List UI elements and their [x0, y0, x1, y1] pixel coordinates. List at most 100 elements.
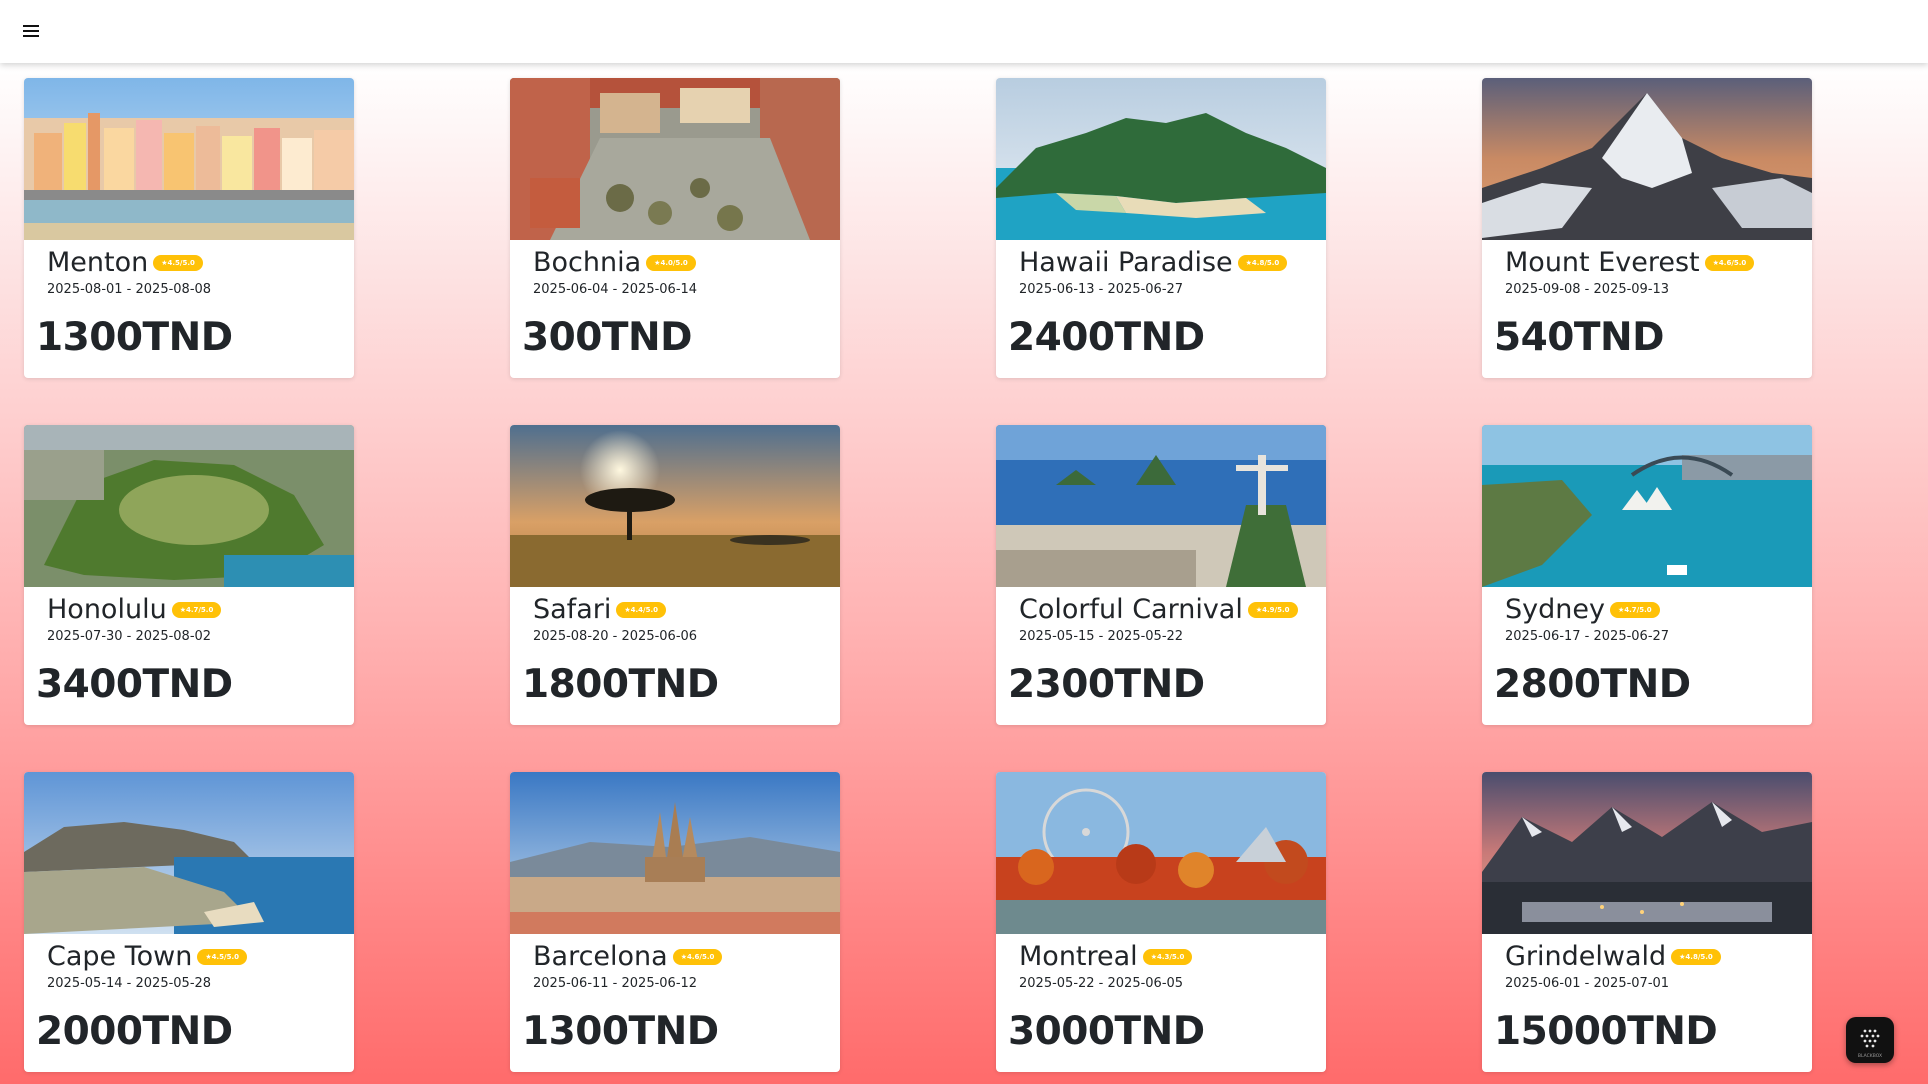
trip-dates: 2025-06-01 - 2025-07-01 [1505, 976, 1670, 991]
trip-card-body: Grindelwald ★4.8/5.0 2025-06-01 - 2025-0… [1482, 934, 1812, 1072]
blackbox-widget-button[interactable]: BLACKBOX [1846, 1017, 1894, 1063]
montreal-autumn-photo [996, 772, 1326, 934]
trip-price: 2800TND [1494, 662, 1691, 707]
trip-price: 1300TND [522, 1009, 719, 1054]
widget-label: BLACKBOX [1858, 1053, 1882, 1059]
rating-badge: ★4.6/5.0 [1704, 255, 1755, 271]
trip-card[interactable]: Grindelwald ★4.8/5.0 2025-06-01 - 2025-0… [1482, 772, 1812, 1072]
trip-image [510, 425, 840, 587]
safari-savanna-sunset-photo [510, 425, 840, 587]
trip-card[interactable]: Honolulu ★4.7/5.0 2025-07-30 - 2025-08-0… [24, 425, 354, 725]
trip-dates: 2025-06-04 - 2025-06-14 [533, 282, 698, 297]
trip-title: Bochnia [533, 247, 642, 278]
rating-badge: ★4.7/5.0 [1609, 602, 1660, 618]
rating-badge: ★4.6/5.0 [672, 949, 723, 965]
trip-card-body: Hawaii Paradise ★4.8/5.0 2025-06-13 - 20… [996, 240, 1326, 378]
trip-price: 2300TND [1008, 662, 1205, 707]
trip-title-row: Cape Town ★4.5/5.0 [47, 940, 247, 974]
trip-title: Colorful Carnival [1019, 594, 1243, 625]
trip-price: 1800TND [522, 662, 719, 707]
trip-image [996, 425, 1326, 587]
rating-badge: ★4.8/5.0 [1671, 949, 1721, 965]
rating-badge: ★4.7/5.0 [171, 602, 222, 618]
rating-badge: ★4.4/5.0 [616, 602, 666, 618]
trip-title-row: Honolulu ★4.7/5.0 [47, 593, 222, 627]
trip-title-row: Safari ★4.4/5.0 [533, 593, 666, 627]
trip-price: 2000TND [36, 1009, 233, 1054]
bochnia-town-square-photo [510, 78, 840, 240]
mount-everest-peak-photo [1482, 78, 1812, 240]
hamburger-menu-icon [23, 25, 39, 37]
trip-card[interactable]: Sydney ★4.7/5.0 2025-06-17 - 2025-06-27 … [1482, 425, 1812, 725]
trip-price: 300TND [522, 315, 693, 360]
trip-title-row: Bochnia ★4.0/5.0 [533, 246, 696, 280]
trip-card-grid: Menton ★4.5/5.0 2025-08-01 - 2025-08-08 … [24, 78, 1812, 1072]
trip-card[interactable]: Bochnia ★4.0/5.0 2025-06-04 - 2025-06-14… [510, 78, 840, 378]
sydney-harbour-photo [1482, 425, 1812, 587]
trip-dates: 2025-05-15 - 2025-05-22 [1019, 629, 1184, 644]
trip-image [510, 78, 840, 240]
rating-badge: ★4.9/5.0 [1247, 602, 1298, 618]
trip-card[interactable]: Montreal ★4.3/5.0 2025-05-22 - 2025-06-0… [996, 772, 1326, 1072]
trip-dates: 2025-08-01 - 2025-08-08 [47, 282, 212, 297]
trip-dates: 2025-06-11 - 2025-06-12 [533, 976, 698, 991]
top-navbar [0, 0, 1928, 63]
rating-badge: ★4.5/5.0 [153, 255, 203, 271]
rating-badge: ★4.0/5.0 [646, 255, 696, 271]
trip-card[interactable]: Safari ★4.4/5.0 2025-08-20 - 2025-06-06 … [510, 425, 840, 725]
trip-title: Barcelona [533, 941, 668, 972]
trip-image [510, 772, 840, 934]
trip-title-row: Barcelona ★4.6/5.0 [533, 940, 723, 974]
trip-title: Cape Town [47, 941, 193, 972]
trip-title: Sydney [1505, 594, 1605, 625]
trip-dates: 2025-06-13 - 2025-06-27 [1019, 282, 1184, 297]
hawaii-coast-aerial-photo [996, 78, 1326, 240]
trip-dates: 2025-05-22 - 2025-06-05 [1019, 976, 1184, 991]
rating-badge: ★4.8/5.0 [1237, 255, 1288, 271]
trip-title-row: Grindelwald ★4.8/5.0 [1505, 940, 1721, 974]
trip-price: 3000TND [1008, 1009, 1205, 1054]
trip-card-body: Bochnia ★4.0/5.0 2025-06-04 - 2025-06-14… [510, 240, 840, 378]
trip-dates: 2025-09-08 - 2025-09-13 [1505, 282, 1670, 297]
trips-section: Menton ★4.5/5.0 2025-08-01 - 2025-08-08 … [0, 63, 1928, 1084]
trip-title: Honolulu [47, 594, 167, 625]
trip-card-body: Safari ★4.4/5.0 2025-08-20 - 2025-06-06 … [510, 587, 840, 725]
trip-image [996, 78, 1326, 240]
trip-card[interactable]: Hawaii Paradise ★4.8/5.0 2025-06-13 - 20… [996, 78, 1326, 378]
trip-title-row: Menton ★4.5/5.0 [47, 246, 203, 280]
trip-dates: 2025-08-20 - 2025-06-06 [533, 629, 698, 644]
trip-card-body: Mount Everest ★4.6/5.0 2025-09-08 - 2025… [1482, 240, 1812, 378]
honolulu-diamond-head-photo [24, 425, 354, 587]
trip-image [24, 425, 354, 587]
trip-price: 2400TND [1008, 315, 1205, 360]
trip-card-body: Honolulu ★4.7/5.0 2025-07-30 - 2025-08-0… [24, 587, 354, 725]
trip-dates: 2025-05-14 - 2025-05-28 [47, 976, 212, 991]
trip-title: Menton [47, 247, 149, 278]
blackbox-ai-icon: BLACKBOX [1858, 1029, 1882, 1059]
trip-title-row: Mount Everest ★4.6/5.0 [1505, 246, 1755, 280]
rating-badge: ★4.5/5.0 [197, 949, 247, 965]
trip-dates: 2025-07-30 - 2025-08-02 [47, 629, 212, 644]
trip-dates: 2025-06-17 - 2025-06-27 [1505, 629, 1670, 644]
rio-de-janeiro-photo [996, 425, 1326, 587]
trip-image [1482, 772, 1812, 934]
trip-card[interactable]: Barcelona ★4.6/5.0 2025-06-11 - 2025-06-… [510, 772, 840, 1072]
trip-price: 1300TND [36, 315, 233, 360]
trip-image [24, 772, 354, 934]
trip-card[interactable]: Cape Town ★4.5/5.0 2025-05-14 - 2025-05-… [24, 772, 354, 1072]
trip-card-body: Sydney ★4.7/5.0 2025-06-17 - 2025-06-27 … [1482, 587, 1812, 725]
trip-title: Grindelwald [1505, 941, 1667, 972]
trip-card[interactable]: Colorful Carnival ★4.9/5.0 2025-05-15 - … [996, 425, 1326, 725]
trip-card-body: Barcelona ★4.6/5.0 2025-06-11 - 2025-06-… [510, 934, 840, 1072]
trip-card[interactable]: Mount Everest ★4.6/5.0 2025-09-08 - 2025… [1482, 78, 1812, 378]
trip-title-row: Hawaii Paradise ★4.8/5.0 [1019, 246, 1288, 280]
trip-card[interactable]: Menton ★4.5/5.0 2025-08-01 - 2025-08-08 … [24, 78, 354, 378]
rating-badge: ★4.3/5.0 [1142, 949, 1193, 965]
trip-card-body: Cape Town ★4.5/5.0 2025-05-14 - 2025-05-… [24, 934, 354, 1072]
trip-title-row: Colorful Carnival ★4.9/5.0 [1019, 593, 1298, 627]
hamburger-menu-button[interactable] [20, 20, 42, 42]
trip-title: Montreal [1019, 941, 1138, 972]
trip-image [1482, 425, 1812, 587]
trip-image [1482, 78, 1812, 240]
trip-card-body: Menton ★4.5/5.0 2025-08-01 - 2025-08-08 … [24, 240, 354, 378]
